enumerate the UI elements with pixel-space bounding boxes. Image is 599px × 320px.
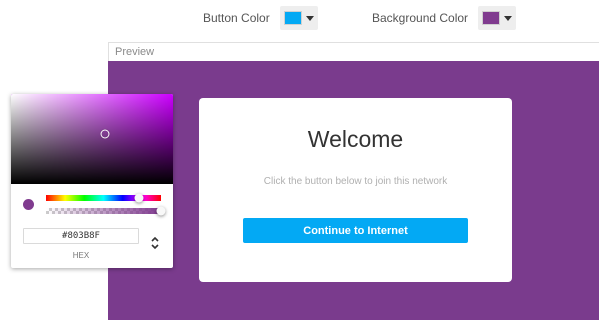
caret-down-icon bbox=[305, 15, 314, 21]
button-color-picker-toggle[interactable] bbox=[279, 6, 318, 30]
preview-area: Welcome Click the button below to join t… bbox=[108, 61, 599, 320]
preview-label: Preview bbox=[115, 46, 155, 58]
button-color-control: Button Color bbox=[203, 6, 318, 30]
saturation-black-layer bbox=[11, 94, 173, 184]
background-color-control: Background Color bbox=[372, 6, 517, 30]
caret-down-icon bbox=[504, 15, 513, 21]
hex-mode-label: HEX bbox=[72, 251, 90, 260]
background-color-swatch bbox=[482, 11, 501, 25]
portal-title: Welcome bbox=[307, 126, 404, 152]
continue-to-internet-button[interactable]: Continue to Internet bbox=[243, 218, 468, 243]
background-color-label: Background Color bbox=[372, 11, 469, 25]
hue-slider[interactable] bbox=[46, 193, 161, 203]
portal-subtitle: Click the button below to join this netw… bbox=[263, 176, 448, 187]
portal-card: Welcome Click the button below to join t… bbox=[199, 98, 512, 282]
alpha-gradient bbox=[46, 208, 161, 214]
current-color-dot bbox=[23, 199, 34, 210]
color-picker-popover: HEX bbox=[11, 94, 173, 268]
hue-slider-thumb[interactable] bbox=[134, 193, 144, 203]
alpha-slider-thumb[interactable] bbox=[156, 206, 166, 216]
saturation-area[interactable] bbox=[11, 94, 173, 184]
background-color-picker-toggle[interactable] bbox=[478, 6, 517, 30]
alpha-slider[interactable] bbox=[46, 206, 166, 216]
saturation-handle[interactable] bbox=[100, 129, 110, 139]
arrow-up-down-icon[interactable] bbox=[150, 235, 160, 251]
hex-input[interactable] bbox=[23, 228, 139, 244]
button-color-swatch bbox=[283, 11, 302, 25]
preview-header: Preview bbox=[108, 42, 599, 61]
button-color-label: Button Color bbox=[203, 11, 270, 25]
